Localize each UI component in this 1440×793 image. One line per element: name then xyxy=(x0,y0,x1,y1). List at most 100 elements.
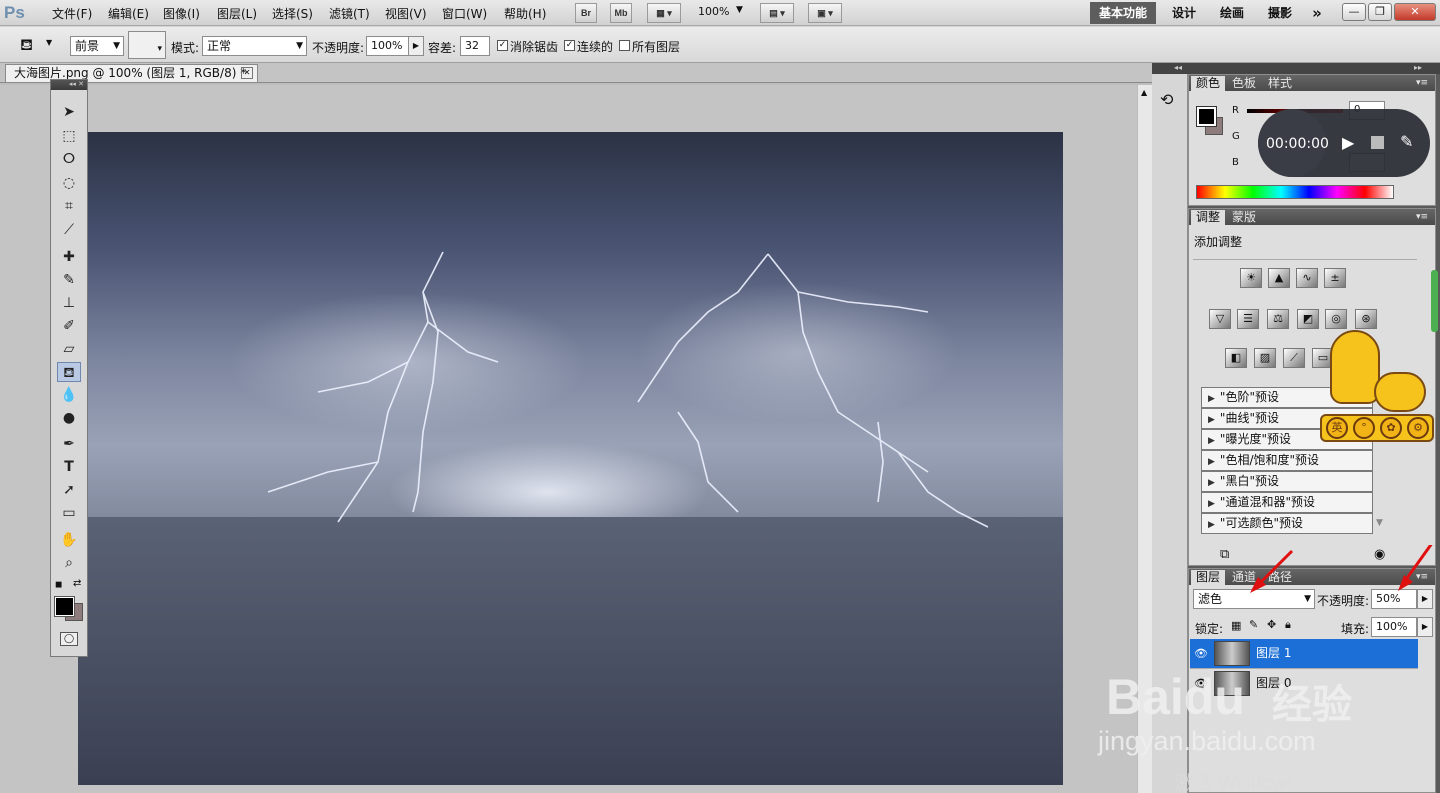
eyedropper-tool-icon[interactable]: ⟋ xyxy=(57,220,81,240)
menu-file[interactable]: 文件(F) xyxy=(52,5,92,22)
tab-swatches[interactable]: 色板 xyxy=(1227,76,1261,91)
panel-menu-icon[interactable]: ▾≡ xyxy=(1411,76,1433,91)
invert-icon[interactable]: ◧ xyxy=(1225,348,1247,368)
zoom-tool-icon[interactable]: ⌕ xyxy=(57,553,81,573)
levels-icon[interactable]: ▲ xyxy=(1268,268,1290,288)
preset-black-white[interactable]: ▶ "黑白"预设 xyxy=(1201,471,1373,492)
menu-select[interactable]: 选择(S) xyxy=(272,5,313,22)
panel-menu-icon[interactable]: ▾≡ xyxy=(1411,210,1433,225)
dodge-tool-icon[interactable]: ● xyxy=(57,408,81,428)
bridge-button[interactable]: Br xyxy=(575,3,597,23)
hand-tool-icon[interactable]: ✋ xyxy=(57,530,81,550)
workspace-painting[interactable]: 绘画 xyxy=(1214,2,1250,24)
brush-icon[interactable]: ✎ xyxy=(1249,618,1258,631)
arrange-documents-button[interactable]: ▤ ▾ xyxy=(760,3,794,23)
dock-header[interactable]: ◂◂ ▸▸ xyxy=(1152,63,1440,74)
eye-icon[interactable]: 👁︎ xyxy=(1194,639,1208,668)
panel-scrollbar-thumb[interactable] xyxy=(1431,270,1438,332)
color-balance-icon[interactable]: ⚖ xyxy=(1267,309,1289,329)
menu-image[interactable]: 图像(I) xyxy=(163,5,200,22)
toolbox-header[interactable]: ◂◂ ✕ xyxy=(51,80,87,90)
history-brush-tool-icon[interactable]: ✐ xyxy=(57,316,81,336)
menu-view[interactable]: 视图(V) xyxy=(385,5,427,22)
tab-layers[interactable]: 图层 xyxy=(1191,570,1226,585)
workspace-essentials[interactable]: 基本功能 xyxy=(1090,2,1156,24)
hue-saturation-icon[interactable]: ☰ xyxy=(1237,309,1259,329)
shape-tool-icon[interactable]: ▭ xyxy=(57,503,81,523)
restore-button[interactable]: ❐ xyxy=(1368,3,1392,21)
bucket-icon[interactable]: ⛾ xyxy=(20,35,33,56)
contiguous-checkbox[interactable]: ✓ xyxy=(564,40,575,51)
workspace-design[interactable]: 设计 xyxy=(1166,2,1202,24)
paint-bucket-tool-icon[interactable]: ⛾ xyxy=(57,362,81,382)
close-button[interactable]: ✕ xyxy=(1394,3,1436,21)
vibrance-icon[interactable]: ▽ xyxy=(1209,309,1231,329)
lasso-tool-icon[interactable]: ⵔ xyxy=(57,149,81,169)
ime-punct-button[interactable]: ° xyxy=(1353,417,1375,439)
lock-icon[interactable]: 🔒︎ xyxy=(1285,618,1291,632)
pattern-picker[interactable]: ▾ xyxy=(128,31,166,59)
threshold-icon[interactable]: ⟋ xyxy=(1283,348,1305,368)
move-tool-icon[interactable]: ➤ xyxy=(57,102,81,122)
exposure-icon[interactable]: ± xyxy=(1324,268,1346,288)
opacity-input[interactable]: 100% xyxy=(366,36,410,56)
chevron-up-icon[interactable]: ▲ xyxy=(1141,88,1147,97)
mode-select[interactable]: 正常 ▼ xyxy=(202,36,307,56)
image-canvas[interactable] xyxy=(78,132,1063,785)
posterize-icon[interactable]: ▨ xyxy=(1254,348,1276,368)
menu-edit[interactable]: 编辑(E) xyxy=(108,5,149,22)
foreground-color-swatch[interactable] xyxy=(54,596,75,617)
opacity-slider-button[interactable]: ▶ xyxy=(408,36,424,56)
channel-mixer-icon[interactable]: ⊛ xyxy=(1355,309,1377,329)
curves-icon[interactable]: ∿ xyxy=(1296,268,1318,288)
tab-styles[interactable]: 样式 xyxy=(1263,76,1297,91)
color-panel-foreground-swatch[interactable] xyxy=(1196,106,1217,127)
lock-transparent-icon[interactable]: ▦ xyxy=(1231,619,1241,632)
menu-help[interactable]: 帮助(H) xyxy=(504,5,546,22)
document-tab[interactable]: 大海图片.png @ 100% (图层 1, RGB/8) * ✕ xyxy=(5,64,258,82)
menu-filter[interactable]: 滤镜(T) xyxy=(329,5,370,22)
photo-filter-icon[interactable]: ◎ xyxy=(1325,309,1347,329)
marquee-tool-icon[interactable]: ⬚ xyxy=(57,126,81,146)
view-extras-button[interactable]: ▦ ▾ xyxy=(647,3,681,23)
workspace-photography[interactable]: 摄影 xyxy=(1262,2,1298,24)
blur-tool-icon[interactable]: 💧 xyxy=(57,385,81,405)
tab-adjustments[interactable]: 调整 xyxy=(1191,210,1226,225)
swap-colors-icon[interactable]: ⇄ xyxy=(73,578,81,589)
stop-icon[interactable] xyxy=(1371,136,1384,149)
tolerance-input[interactable]: 32 xyxy=(460,36,490,56)
clip-to-layer-icon[interactable]: ⧉ xyxy=(1220,547,1229,562)
path-select-tool-icon[interactable]: ➚ xyxy=(57,480,81,500)
play-icon[interactable]: ▶ xyxy=(1342,133,1354,152)
quick-mask-icon[interactable]: ◯ xyxy=(60,632,78,646)
fill-slider-button[interactable]: ▶ xyxy=(1417,617,1433,637)
close-icon[interactable]: ✕ xyxy=(241,67,253,79)
default-colors-icon[interactable]: ◼ xyxy=(55,580,62,590)
all-layers-checkbox[interactable] xyxy=(619,40,630,51)
fill-input[interactable]: 100% xyxy=(1371,617,1417,637)
zoom-level[interactable]: 100% xyxy=(698,5,729,18)
tab-color[interactable]: 颜色 xyxy=(1191,76,1226,91)
minimize-button[interactable]: — xyxy=(1342,3,1366,21)
pen-tool-icon[interactable]: ✒ xyxy=(57,434,81,454)
color-spectrum-ramp[interactable] xyxy=(1196,185,1394,199)
type-tool-icon[interactable]: T xyxy=(57,457,81,477)
history-panel-icon[interactable]: ⟲ xyxy=(1160,90,1173,109)
screen-mode-button[interactable]: ▣ ▾ xyxy=(808,3,842,23)
workspace-more-icon[interactable]: » xyxy=(1306,2,1328,24)
stamp-tool-icon[interactable]: ⊥ xyxy=(57,293,81,313)
black-white-icon[interactable]: ◩ xyxy=(1297,309,1319,329)
quick-select-tool-icon[interactable]: ◌ xyxy=(57,173,81,193)
eraser-tool-icon[interactable]: ▱ xyxy=(57,339,81,359)
fill-source-select[interactable]: 前景 ▼ xyxy=(70,36,124,56)
ime-skin-button[interactable]: ✿ xyxy=(1380,417,1402,439)
mini-bridge-button[interactable]: Mb xyxy=(610,3,632,23)
ime-lang-button[interactable]: 英 xyxy=(1326,417,1348,439)
chevron-down-icon[interactable]: ▼ xyxy=(736,5,743,15)
ime-settings-button[interactable]: ⚙ xyxy=(1407,417,1429,439)
tab-masks[interactable]: 蒙版 xyxy=(1227,210,1261,225)
layer-row-1[interactable]: 👁︎ 图层 1 xyxy=(1190,639,1418,668)
preset-hue-saturation[interactable]: ▶ "色相/饱和度"预设 xyxy=(1201,450,1373,471)
chevron-down-icon[interactable]: ▼ xyxy=(1376,518,1383,528)
healing-brush-tool-icon[interactable]: ✚ xyxy=(57,247,81,267)
